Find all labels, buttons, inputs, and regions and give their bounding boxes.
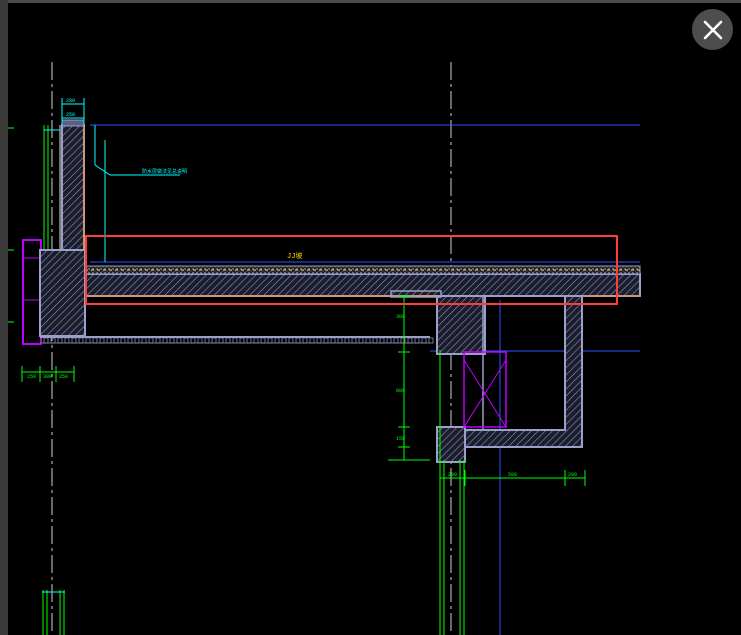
soffit-tick bbox=[372, 337, 378, 344]
soffit-tick bbox=[190, 337, 196, 344]
roof-slab bbox=[84, 273, 641, 297]
soffit-tick bbox=[92, 337, 98, 344]
vert-dim-2: 600 bbox=[396, 388, 405, 394]
soffit-tick bbox=[267, 337, 273, 344]
soffit-tick bbox=[183, 337, 189, 344]
soffit-tick bbox=[85, 337, 91, 344]
cad-drawing: JJ坡 防水层做法见总说明 200 250 250 300 250 200 50… bbox=[8, 62, 641, 635]
bottom-dim-2: 500 bbox=[508, 472, 517, 478]
soffit-tick bbox=[316, 337, 322, 344]
soffit-tick bbox=[246, 337, 252, 344]
soffit-tick bbox=[225, 337, 231, 344]
soffit-tick bbox=[78, 337, 84, 344]
bottom-dim-3: 200 bbox=[568, 472, 577, 478]
soffit-tick bbox=[239, 337, 245, 344]
soffit-tick bbox=[218, 337, 224, 344]
top-dim-a: 200 bbox=[66, 98, 75, 104]
soffit-tick bbox=[386, 337, 392, 344]
soffit-tick bbox=[407, 337, 413, 344]
close-icon bbox=[703, 20, 722, 39]
soffit-tick bbox=[43, 337, 49, 344]
bottom-dim-1: 200 bbox=[448, 472, 457, 478]
close-button[interactable] bbox=[692, 9, 733, 50]
soffit-tick bbox=[379, 337, 385, 344]
soffit-tick bbox=[309, 337, 315, 344]
soffit-tick bbox=[428, 337, 434, 344]
soffit-tick bbox=[211, 337, 217, 344]
magenta-frame bbox=[22, 239, 42, 345]
soffit-tick bbox=[106, 337, 112, 344]
soffit-tick bbox=[281, 337, 287, 344]
soffit-tick bbox=[393, 337, 399, 344]
soffit-tick bbox=[323, 337, 329, 344]
soffit-tick bbox=[253, 337, 259, 344]
soffit-tick bbox=[120, 337, 126, 344]
soffit-tick bbox=[330, 337, 336, 344]
left-dim-1: 250 bbox=[27, 374, 36, 380]
top-dim-b: 250 bbox=[66, 112, 75, 118]
soffit-tick bbox=[232, 337, 238, 344]
soffit-tick bbox=[358, 337, 364, 344]
soffit-tick bbox=[365, 337, 371, 344]
soffit-tick bbox=[64, 337, 70, 344]
soffit-tick bbox=[71, 337, 77, 344]
soffit-tick bbox=[155, 337, 161, 344]
soffit-tick bbox=[57, 337, 63, 344]
soffit-ticks bbox=[43, 337, 434, 344]
slab-label: JJ坡 bbox=[287, 251, 302, 261]
soffit-tick bbox=[99, 337, 105, 344]
soffit-tick bbox=[421, 337, 427, 344]
waterproof-note: 防水层做法见总说明 bbox=[142, 168, 187, 175]
dimension-note-leader bbox=[94, 125, 180, 262]
dimension-vertical bbox=[388, 295, 430, 461]
soffit-tick bbox=[337, 337, 343, 344]
left-dim-3: 250 bbox=[59, 374, 68, 380]
soffit-tick bbox=[351, 337, 357, 344]
soffit-tick bbox=[197, 337, 203, 344]
soffit-tick bbox=[176, 337, 182, 344]
soffit-tick bbox=[302, 337, 308, 344]
soffit-tick bbox=[148, 337, 154, 344]
vert-dim-1: 300 bbox=[396, 314, 405, 320]
slab-left-block bbox=[39, 249, 86, 337]
image-viewer: JJ坡 防水层做法见总说明 200 250 250 300 250 200 50… bbox=[0, 0, 741, 635]
soffit-tick bbox=[414, 337, 420, 344]
soffit-tick bbox=[288, 337, 294, 344]
soffit-tick bbox=[274, 337, 280, 344]
soffit-tick bbox=[204, 337, 210, 344]
soffit-tick bbox=[295, 337, 301, 344]
soffit-tick bbox=[113, 337, 119, 344]
soffit-tick bbox=[344, 337, 350, 344]
soffit-tick bbox=[134, 337, 140, 344]
soffit-tick bbox=[169, 337, 175, 344]
soffit-tick bbox=[260, 337, 266, 344]
vert-dim-3: 150 bbox=[396, 436, 405, 442]
soffit-tick bbox=[127, 337, 133, 344]
soffit-tick bbox=[141, 337, 147, 344]
left-dim-2: 300 bbox=[43, 374, 52, 380]
soffit-tick bbox=[162, 337, 168, 344]
parapet-cap bbox=[61, 119, 85, 127]
